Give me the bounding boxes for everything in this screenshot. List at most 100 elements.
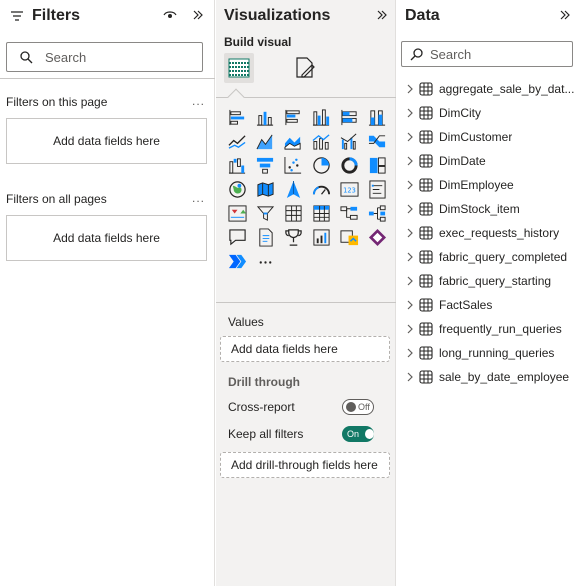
build-visual-tab[interactable] xyxy=(224,53,254,83)
data-table-item[interactable]: frequently_run_queries xyxy=(405,319,585,339)
waterfall-chart-icon[interactable] xyxy=(225,154,249,176)
data-table-item[interactable]: FactSales xyxy=(405,295,585,315)
chevron-right-icon[interactable] xyxy=(405,84,415,94)
filters-search-box[interactable] xyxy=(6,42,203,72)
chevron-right-icon[interactable] xyxy=(405,300,415,310)
data-table-item[interactable]: long_running_queries xyxy=(405,343,585,363)
data-table-item[interactable]: fabric_query_starting xyxy=(405,271,585,291)
data-table-item[interactable]: fabric_query_completed xyxy=(405,247,585,267)
data-table-item[interactable]: DimStock_item xyxy=(405,199,585,219)
line-chart-icon[interactable] xyxy=(225,130,249,152)
filters-page-drop-zone[interactable]: Add data fields here xyxy=(6,118,207,164)
filters-all-more-button[interactable]: ... xyxy=(192,191,205,205)
chevron-right-icon[interactable] xyxy=(405,348,415,358)
data-table-item[interactable]: DimCustomer xyxy=(405,127,585,147)
data-table-item[interactable]: aggregate_sale_by_dat... xyxy=(405,79,585,99)
chevron-right-icon[interactable] xyxy=(405,108,415,118)
donut-chart-icon-glyph xyxy=(340,156,358,174)
chevron-right-icon[interactable] xyxy=(405,324,415,334)
cross-report-toggle[interactable]: Off xyxy=(342,399,374,415)
stacked-area-chart-icon[interactable] xyxy=(281,130,305,152)
100-stacked-bar-chart-icon[interactable] xyxy=(337,106,361,128)
filter-icon xyxy=(11,11,23,21)
metrics-icon[interactable] xyxy=(281,226,305,248)
python-visual-icon[interactable] xyxy=(337,226,361,248)
chevron-right-icon[interactable] xyxy=(405,372,415,382)
keep-all-filters-toggle[interactable]: On xyxy=(342,426,374,442)
100-stacked-column-chart-icon[interactable] xyxy=(365,106,389,128)
paginated-report-icon[interactable] xyxy=(253,226,277,248)
eye-icon[interactable] xyxy=(162,7,178,23)
format-visual-tab[interactable] xyxy=(290,53,320,83)
pie-chart-icon[interactable] xyxy=(309,154,333,176)
data-table-name: DimDate xyxy=(439,154,486,168)
scatter-chart-icon[interactable] xyxy=(281,154,305,176)
funnel-chart-icon[interactable] xyxy=(253,154,277,176)
filters-page-more-button[interactable]: ... xyxy=(192,94,205,108)
chevron-right-icon[interactable] xyxy=(405,204,415,214)
line-and-clustered-column-chart-icon[interactable] xyxy=(337,130,361,152)
collapse-visualizations-chevron-icon[interactable] xyxy=(374,7,390,23)
gauge-icon[interactable] xyxy=(309,178,333,200)
data-table-item[interactable]: DimCity xyxy=(405,103,585,123)
table-icon xyxy=(419,298,433,312)
slicer-icon-glyph xyxy=(256,205,274,221)
table-icon[interactable] xyxy=(281,202,305,224)
chevron-right-icon[interactable] xyxy=(405,228,415,238)
stacked-column-chart-icon[interactable] xyxy=(253,106,277,128)
filters-search-input[interactable] xyxy=(45,49,195,65)
r-visual-icon[interactable] xyxy=(309,226,333,248)
collapse-data-chevron-icon[interactable] xyxy=(557,7,573,23)
chevron-right-icon[interactable] xyxy=(405,132,415,142)
ribbon-chart-icon[interactable] xyxy=(365,130,389,152)
data-search-box[interactable] xyxy=(401,41,573,67)
power-automate-icon[interactable] xyxy=(225,250,249,272)
multi-row-card-icon[interactable] xyxy=(365,178,389,200)
data-search-input[interactable] xyxy=(430,46,560,62)
data-table-item[interactable]: DimDate xyxy=(405,151,585,171)
chevron-right-icon[interactable] xyxy=(405,252,415,262)
power-apps-icon[interactable] xyxy=(365,226,389,248)
stacked-bar-chart-icon[interactable] xyxy=(225,106,249,128)
matrix-icon[interactable] xyxy=(309,202,333,224)
line-and-stacked-column-chart-icon[interactable] xyxy=(309,130,333,152)
filters-all-drop-zone[interactable]: Add data fields here xyxy=(6,215,207,261)
filled-map-icon[interactable] xyxy=(253,178,277,200)
chevron-right-icon[interactable] xyxy=(405,180,415,190)
map-icon[interactable] xyxy=(225,178,249,200)
metrics-icon-glyph xyxy=(284,228,302,246)
donut-chart-icon[interactable] xyxy=(337,154,361,176)
slicer-icon[interactable] xyxy=(253,202,277,224)
stacked-column-chart-icon-glyph xyxy=(256,111,273,126)
area-chart-icon[interactable] xyxy=(253,130,277,152)
table-icon xyxy=(419,226,433,240)
clustered-bar-chart-icon[interactable] xyxy=(281,106,305,128)
active-tab-pointer xyxy=(227,88,245,106)
values-drop-zone[interactable]: Add data fields here xyxy=(220,336,390,362)
cross-report-state: Off xyxy=(358,402,370,412)
search-icon xyxy=(410,48,423,61)
kpi-icon[interactable] xyxy=(225,202,249,224)
key-influencers-icon[interactable] xyxy=(337,202,361,224)
azure-map-icon[interactable] xyxy=(281,178,305,200)
data-table-item[interactable]: sale_by_date_employee xyxy=(405,367,585,387)
treemap-icon[interactable] xyxy=(365,154,389,176)
clustered-column-chart-icon[interactable] xyxy=(309,106,333,128)
filters-pane: Filters Filters on this page ... Add dat… xyxy=(0,0,215,586)
filters-header: Filters xyxy=(10,6,80,26)
data-table-item[interactable]: DimEmployee xyxy=(405,175,585,195)
qa-icon[interactable] xyxy=(225,226,249,248)
line-and-stacked-column-chart-icon-glyph xyxy=(312,133,330,150)
card-icon[interactable]: 123 xyxy=(337,178,361,200)
collapse-filters-chevron-icon[interactable] xyxy=(190,7,206,23)
data-table-item[interactable]: exec_requests_history xyxy=(405,223,585,243)
chevron-right-icon[interactable] xyxy=(405,156,415,166)
drill-through-drop-zone[interactable]: Add drill-through fields here xyxy=(220,452,390,478)
keep-filters-state: On xyxy=(347,429,360,439)
filters-title: Filters xyxy=(32,7,81,24)
decomposition-tree-icon[interactable] xyxy=(365,202,389,224)
chevron-right-icon[interactable] xyxy=(405,276,415,286)
line-and-clustered-column-chart-icon-glyph xyxy=(340,133,356,150)
funnel-chart-icon-glyph xyxy=(256,157,273,174)
more-visuals-icon[interactable] xyxy=(253,250,277,272)
